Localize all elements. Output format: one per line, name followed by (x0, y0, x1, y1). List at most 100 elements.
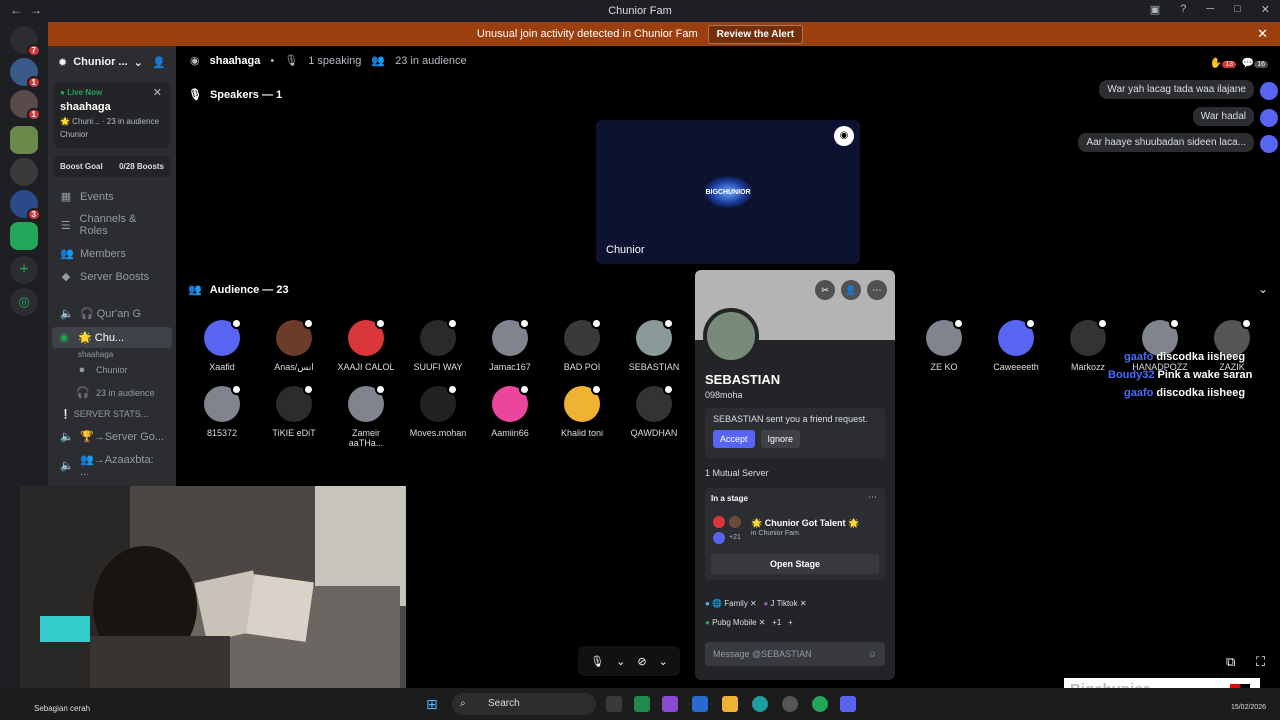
audience-member[interactable]: Aamiin66 (480, 384, 540, 438)
overlay-user: Boudy32 (1108, 369, 1155, 381)
server-icon[interactable]: 1 (10, 90, 41, 121)
menu-server-boosts[interactable]: ◆ Server Boosts (48, 265, 176, 288)
audience-member[interactable]: Jamac167 (480, 318, 540, 372)
message-input[interactable]: Message @SEBASTIAN ☺ (705, 642, 885, 666)
excel-icon[interactable] (634, 696, 650, 712)
close-icon[interactable]: ✕ (153, 86, 162, 99)
role-tags: ● 🌐 Family ✕ ● J Tiktok ✕ ● Pubg Mobile … (705, 594, 885, 632)
server-icon[interactable]: 1 (10, 58, 41, 89)
popout-icon[interactable]: ⧉ (1226, 654, 1235, 670)
emoji-icon[interactable]: ☺ (868, 642, 877, 666)
open-stage-button[interactable]: Open Stage (711, 554, 879, 574)
audience-member[interactable]: 815372 (192, 384, 252, 438)
window-controls[interactable]: ▣ ? ─ □ ✕ (1150, 3, 1270, 16)
audience-member[interactable]: ZAZIK (1202, 318, 1262, 372)
windows-start-icon[interactable]: ⊞ (426, 696, 438, 713)
activity-count: +21 (729, 534, 741, 541)
audience-member[interactable]: Markozz (1058, 318, 1118, 372)
channel-item-active[interactable]: ◉ 🌟 Chu... (52, 327, 172, 348)
mic-icon[interactable]: 🎙 (590, 655, 604, 668)
overlay-user: gaafo (1124, 387, 1154, 399)
channel-item[interactable]: 🔈 🎧 Qur'an G (48, 302, 176, 325)
review-alert-button[interactable]: Review the Alert (707, 24, 804, 44)
speaker-icon: 🔈 (60, 460, 74, 472)
channel-user[interactable]: ● Chunior (48, 359, 176, 381)
muted-icon (519, 318, 530, 329)
close-icon[interactable]: ✕ (1261, 3, 1270, 16)
audience-member[interactable]: Anas/انس (264, 318, 324, 373)
avatar[interactable] (1260, 109, 1278, 127)
server-icon[interactable]: 3 (10, 190, 41, 221)
add-server-icon[interactable]: + (10, 256, 38, 284)
server-icon[interactable] (10, 158, 38, 186)
discord-home-icon[interactable]: 7 (10, 26, 41, 57)
maximize-icon[interactable]: □ (1234, 3, 1241, 16)
audience-member[interactable]: Khalid toni (552, 384, 612, 438)
avatar[interactable] (1260, 135, 1278, 153)
audience-member[interactable]: QAWDHAN (624, 384, 684, 438)
discord-icon[interactable] (840, 696, 856, 712)
ignore-button[interactable]: Ignore (760, 430, 801, 448)
add-friend-icon[interactable]: 👤 (841, 280, 861, 300)
camera-icon[interactable]: ◉ (834, 126, 854, 146)
store-icon[interactable] (692, 696, 708, 712)
menu-label: Members (80, 247, 126, 260)
explore-icon[interactable]: ◎ (10, 288, 38, 316)
badge: 3 (26, 208, 41, 221)
channel-item[interactable]: 🔈 👥→Azaaxbta: ... (48, 448, 176, 483)
raise-hand-icon[interactable]: ✋ 13 (1210, 58, 1236, 69)
channel-item[interactable]: 🔈 🏆→Server Go... (48, 425, 176, 448)
chat-icon[interactable]: 💬 16 (1242, 58, 1268, 69)
avatar[interactable] (1260, 82, 1278, 100)
help-icon[interactable]: ? (1180, 3, 1186, 16)
category-header[interactable]: ❕ SERVER STATS... (48, 404, 176, 425)
server-header[interactable]: ✹ Chunior ... ⌄ 👤 (48, 46, 176, 78)
menu-channels-roles[interactable]: ☰ Channels & Roles (48, 208, 176, 242)
taskbar-search[interactable]: ⌕ Search (452, 693, 596, 715)
chevron-down-icon[interactable]: ⌄ (659, 655, 668, 668)
invite-icon[interactable]: 👤 (152, 56, 166, 69)
fullscreen-icon[interactable]: ⛶ (1256, 654, 1265, 670)
audience-member[interactable]: BAD POI (552, 318, 612, 372)
speaker-tile[interactable]: BIGCHUNIOR Chunior ◉ (596, 120, 860, 264)
server-icon[interactable] (10, 126, 38, 154)
m365-icon[interactable] (662, 696, 678, 712)
audience-member[interactable]: TiKIE eDiT (264, 384, 324, 438)
audience-member[interactable]: SEBASTIAN (624, 318, 684, 372)
app-icon[interactable] (782, 696, 798, 712)
boost-goal[interactable]: Boost Goal 0/28 Boosts (54, 156, 170, 177)
channel-audience[interactable]: 🎧 23 in audience (48, 381, 176, 404)
menu-members[interactable]: 👥 Members (48, 242, 176, 265)
chevron-down-icon[interactable]: ⌄ (616, 655, 625, 668)
inbox-icon[interactable]: ▣ (1150, 3, 1160, 16)
remove-icon[interactable]: ✂ (815, 280, 835, 300)
add-role-icon[interactable]: + (788, 618, 793, 627)
edge-icon[interactable] (752, 696, 768, 712)
audience-member[interactable]: HANADPOZZ (1130, 318, 1190, 372)
task-view-icon[interactable] (606, 696, 622, 712)
audience-member[interactable]: ZE KO (914, 318, 974, 372)
explorer-icon[interactable] (722, 696, 738, 712)
menu-events[interactable]: ▦ Events (48, 185, 176, 208)
server-icon[interactable] (10, 222, 38, 250)
video-off-icon[interactable]: ⊘ (637, 655, 646, 668)
audience-member[interactable]: XAAJI CALOL (336, 318, 396, 372)
role-more[interactable]: +1 (772, 618, 781, 627)
audience-member[interactable]: Zameir aaTHa... (336, 384, 396, 448)
chevron-down-icon[interactable]: ⌄ (1258, 282, 1268, 296)
audience-member[interactable]: Caweeeeth (986, 318, 1046, 372)
more-icon[interactable]: ⋯ (867, 280, 887, 300)
mutual-servers[interactable]: 1 Mutual Server (705, 468, 769, 478)
more-icon[interactable]: ⋯ (868, 492, 877, 503)
audience-member[interactable]: SUUFI WAY (408, 318, 468, 372)
speakers-header: 🎙 Speakers — 1 (188, 88, 282, 102)
badge: 16 (1254, 61, 1268, 68)
audience-member[interactable]: Moves.mohan (408, 384, 468, 438)
minimize-icon[interactable]: ─ (1206, 3, 1214, 16)
audience-member[interactable]: Xaafid (192, 318, 252, 372)
close-alert-icon[interactable]: ✕ (1257, 26, 1268, 42)
avatar (492, 384, 530, 422)
accept-button[interactable]: Accept (713, 430, 755, 448)
live-now-card[interactable]: ● Live Now shaahaga 🌟 Chuni... · 23 in a… (54, 82, 170, 148)
chrome-icon[interactable] (812, 696, 828, 712)
